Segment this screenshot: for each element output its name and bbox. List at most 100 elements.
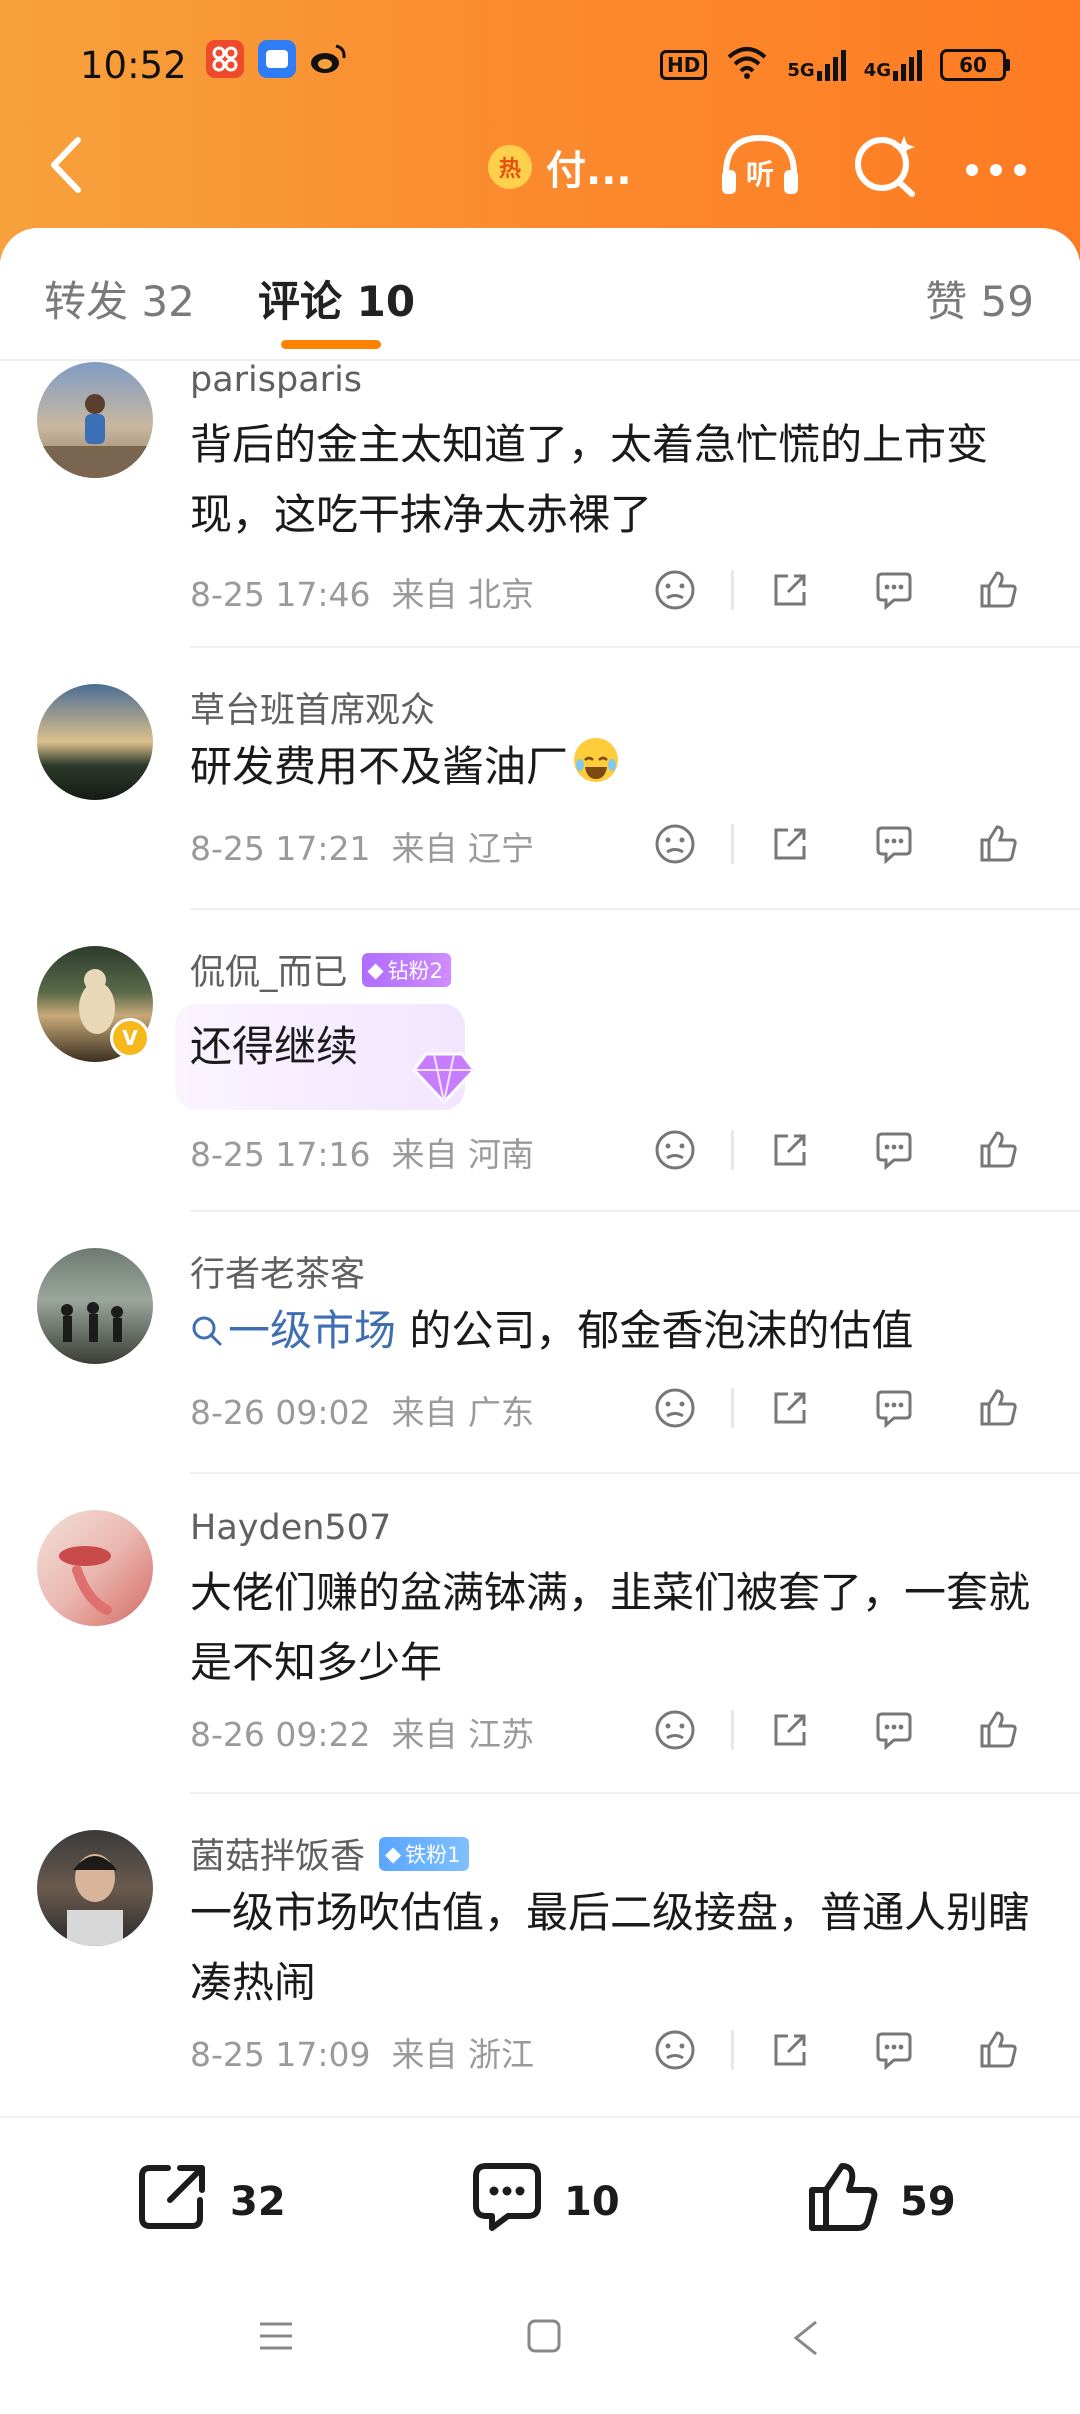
fan-level-text: 铁粉1: [405, 1842, 461, 1867]
comment-location: 来自 浙江: [391, 2035, 534, 2074]
comment-time: 8-25 17:21: [190, 829, 371, 868]
comment-username[interactable]: 行者老茶客: [190, 1246, 365, 1297]
hd-voice-icon: HD: [660, 50, 708, 80]
verified-badge-icon: V: [110, 1018, 150, 1058]
comment-location: 来自 辽宁: [391, 829, 534, 868]
avatar[interactable]: [37, 1830, 153, 1946]
topic-search-link[interactable]: 一级市场: [190, 1306, 396, 1355]
home-icon[interactable]: [524, 2316, 564, 2360]
like-button[interactable]: 59: [804, 2158, 956, 2246]
comment-username[interactable]: parisparis: [190, 360, 362, 400]
battery-icon: 60: [940, 49, 1010, 81]
wifi-icon: [725, 45, 769, 85]
avatar[interactable]: [37, 1248, 153, 1364]
topic-title[interactable]: 热 付...: [488, 138, 632, 196]
username-text: 菌菇拌饭香: [190, 1837, 366, 1877]
like-icon[interactable]: [946, 560, 1050, 620]
avatar[interactable]: [37, 684, 153, 800]
dislike-icon[interactable]: [623, 2020, 727, 2080]
like-icon[interactable]: [946, 1700, 1050, 1760]
listen-icon[interactable]: 听: [718, 130, 802, 202]
reply-icon[interactable]: [842, 1700, 946, 1760]
like-icon: [804, 2158, 882, 2246]
avatar[interactable]: [37, 362, 153, 478]
share-icon[interactable]: [738, 560, 842, 620]
username-text: parisparis: [190, 360, 363, 400]
comment-meta: 8-25 17:46 来自 北京: [190, 568, 534, 616]
svg-text:听: 听: [746, 158, 774, 191]
comment-meta: 8-25 17:09 来自 浙江: [190, 2028, 534, 2076]
dislike-icon[interactable]: [623, 560, 727, 620]
comment-item: Hayden507 大佬们赚的盆满钵满，韭菜们被套了，一套就是不知多少年 8-2…: [0, 1474, 1080, 1794]
share-icon[interactable]: [738, 2020, 842, 2080]
topic-link-text: 一级市场: [228, 1306, 397, 1355]
diamond-icon: ◆: [367, 957, 384, 982]
comment-location: 来自 河南: [391, 1135, 534, 1174]
comments-sheet: 转发 32 评论 10 赞 59 parisparis 背后的金主太知道了，太着…: [0, 228, 1080, 2116]
comment-content: 研发费用不及酱油厂: [190, 732, 1040, 802]
app-notification-icon: [206, 40, 244, 78]
share-icon[interactable]: [738, 1700, 842, 1760]
laugh-cry-emoji-icon: [574, 738, 619, 782]
back-arrow-icon[interactable]: [38, 130, 98, 200]
comment-actions: [623, 560, 1050, 620]
tab-comments[interactable]: 评论 10: [258, 268, 415, 329]
network-5g-label: 5G: [787, 60, 815, 81]
fan-level-text: 钻粉2: [387, 958, 444, 983]
comment-username[interactable]: 侃侃_而已 ◆ 钻粉2: [190, 944, 452, 995]
like-icon[interactable]: [946, 2020, 1050, 2080]
fan-level-badge[interactable]: ◆ 钻粉2: [361, 952, 452, 987]
comment-actions: [623, 1120, 1050, 1180]
bottom-action-bar: 32 10 59: [0, 2116, 1080, 2276]
app-notification-icon: [258, 40, 296, 78]
like-icon[interactable]: [946, 1378, 1050, 1438]
dislike-icon[interactable]: [623, 1378, 727, 1438]
reply-icon[interactable]: [842, 1378, 946, 1438]
username-text: 草台班首席观众: [190, 691, 436, 731]
username-text: Hayden507: [190, 1508, 392, 1548]
reply-icon[interactable]: [842, 2020, 946, 2080]
share-icon[interactable]: [738, 814, 842, 874]
comment-location: 来自 北京: [391, 575, 534, 614]
dislike-icon[interactable]: [623, 814, 727, 874]
like-icon[interactable]: [946, 814, 1050, 874]
avatar[interactable]: [37, 1510, 153, 1626]
comment-actions: [623, 1378, 1050, 1438]
menu-icon[interactable]: [256, 2316, 296, 2360]
repost-button[interactable]: 32: [134, 2158, 286, 2246]
more-icon[interactable]: [954, 130, 1038, 202]
repost-count: 32: [230, 2179, 286, 2225]
comment-location: 来自 江苏: [391, 1715, 534, 1754]
share-icon[interactable]: [738, 1120, 842, 1180]
username-text: 行者老茶客: [190, 1255, 366, 1295]
dislike-icon[interactable]: [623, 1700, 727, 1760]
comment-actions: [623, 814, 1050, 874]
topic-title-text: 付...: [546, 148, 632, 194]
share-icon[interactable]: [738, 1378, 842, 1438]
reply-icon[interactable]: [842, 814, 946, 874]
comment-username[interactable]: 菌菇拌饭香 ◆ 铁粉1: [190, 1828, 469, 1879]
dislike-icon[interactable]: [623, 1120, 727, 1180]
comment-username[interactable]: 草台班首席观众: [190, 682, 435, 733]
comment-button[interactable]: 10: [468, 2158, 620, 2246]
search-icon[interactable]: [844, 130, 928, 202]
comment-item: 菌菇拌饭香 ◆ 铁粉1 一级市场吹估值，最后二级接盘，普通人别瞎凑热闹 8-25 1…: [0, 1794, 1080, 2112]
reply-icon[interactable]: [842, 560, 946, 620]
tab-repost[interactable]: 转发 32: [44, 268, 195, 329]
tab-likes[interactable]: 赞 59: [925, 268, 1034, 329]
active-tab-indicator: [281, 340, 381, 349]
comment-content: 大佬们赚的盆满钵满，韭菜们被套了，一套就是不知多少年: [190, 1568, 1031, 1687]
comment-time: 8-25 17:46: [190, 575, 371, 614]
comment-actions: [623, 1700, 1050, 1760]
comment-item: 草台班首席观众 研发费用不及酱油厂 8-25 17:21 来自 辽宁: [0, 648, 1080, 910]
back-icon[interactable]: [786, 2316, 826, 2364]
fan-level-badge[interactable]: ◆ 铁粉1: [379, 1836, 469, 1871]
comment-location: 来自 广东: [391, 1393, 534, 1432]
network-4g-label: 4G: [863, 60, 891, 81]
comment-username[interactable]: Hayden507: [190, 1508, 391, 1548]
battery-level: 60: [940, 49, 1006, 81]
username-text: 侃侃_而已: [190, 953, 348, 993]
like-icon[interactable]: [946, 1120, 1050, 1180]
reply-icon[interactable]: [842, 1120, 946, 1180]
comment-time: 8-25 17:09: [190, 2035, 371, 2074]
